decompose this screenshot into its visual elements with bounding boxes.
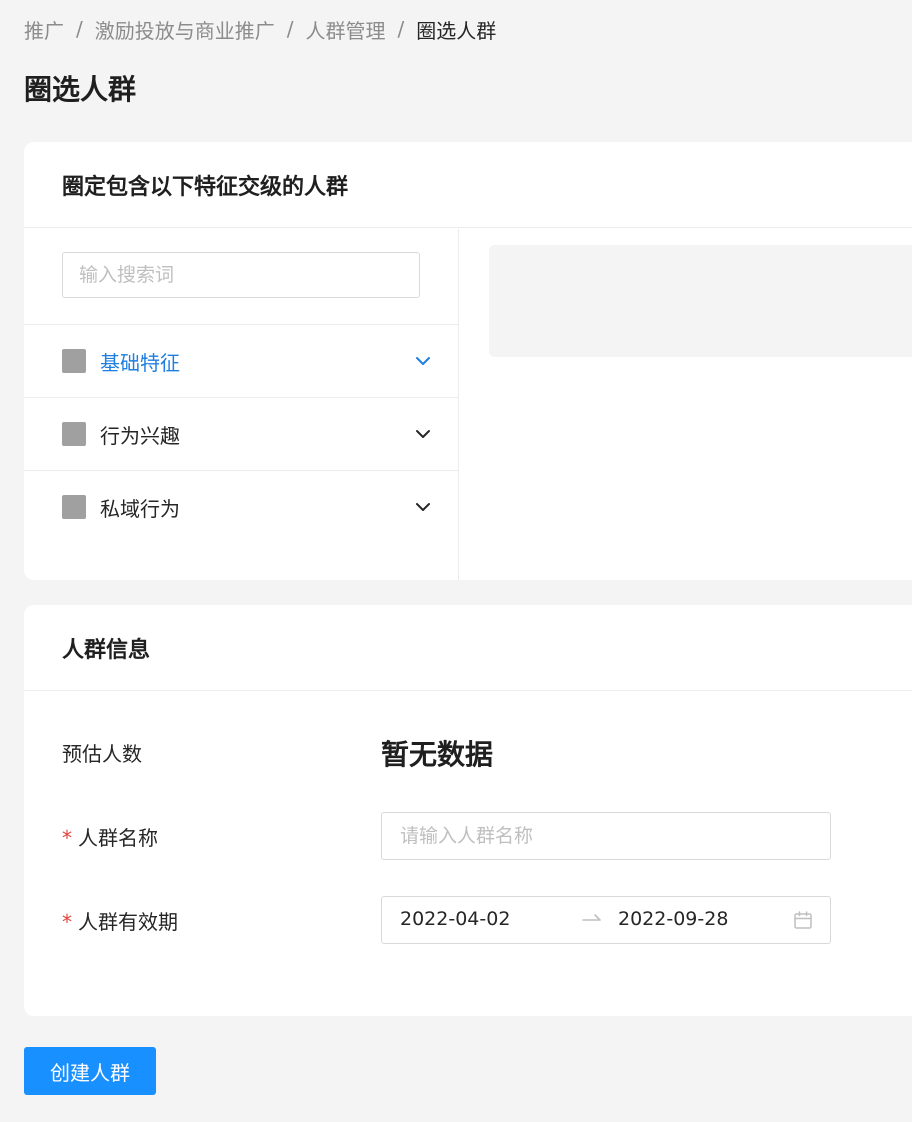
page-title: 圈选人群 bbox=[24, 73, 137, 106]
category-item-private[interactable]: 私域行为 bbox=[24, 470, 458, 543]
category-checkbox[interactable] bbox=[62, 349, 86, 373]
category-checkbox[interactable] bbox=[62, 495, 86, 519]
required-mark: * bbox=[62, 910, 72, 934]
breadcrumb-separator: / bbox=[397, 17, 405, 41]
breadcrumb-item-current: 圈选人群 bbox=[416, 18, 497, 43]
category-item-basic[interactable]: 基础特征 bbox=[24, 324, 458, 397]
breadcrumb-separator: / bbox=[76, 17, 83, 41]
breadcrumb: 推广 / 激励投放与商业推广 / 人群管理 / 圈选人群 bbox=[24, 14, 496, 44]
audience-info-card: 人群信息 预估人数 暂无数据 *人群名称 *人群有效期 2022-04-02 2… bbox=[24, 605, 912, 1016]
chevron-down-icon[interactable] bbox=[412, 350, 434, 372]
feature-category-panel: 基础特征 行为兴趣 私域行为 bbox=[24, 229, 459, 580]
validity-date-range[interactable]: 2022-04-02 2022-09-28 bbox=[381, 896, 831, 944]
category-label: 行为兴趣 bbox=[100, 423, 180, 448]
estimate-value: 暂无数据 bbox=[381, 738, 494, 771]
calendar-icon[interactable] bbox=[793, 910, 813, 930]
arrow-right-icon bbox=[582, 914, 601, 921]
category-item-behavior[interactable]: 行为兴趣 bbox=[24, 397, 458, 470]
estimate-label: 预估人数 bbox=[62, 742, 142, 766]
feature-card-title: 圈定包含以下特征交级的人群 bbox=[24, 142, 912, 228]
date-end[interactable]: 2022-09-28 bbox=[618, 908, 728, 930]
category-label: 基础特征 bbox=[100, 350, 180, 375]
chevron-down-icon[interactable] bbox=[412, 496, 434, 518]
breadcrumb-item-promotion[interactable]: 推广 bbox=[24, 15, 64, 44]
info-card-title: 人群信息 bbox=[24, 605, 912, 691]
selected-features-placeholder bbox=[489, 245, 912, 357]
chevron-down-icon[interactable] bbox=[412, 423, 434, 445]
validity-label-row: * 人群有效期 bbox=[62, 906, 178, 935]
date-start[interactable]: 2022-04-02 bbox=[400, 908, 510, 930]
breadcrumb-item-audience-management[interactable]: 人群管理 bbox=[306, 15, 386, 44]
breadcrumb-item-incentive[interactable]: 激励投放与商业推广 bbox=[95, 15, 275, 44]
feature-selection-card: 圈定包含以下特征交级的人群 基础特征 行为兴趣 私域行为 bbox=[24, 142, 912, 580]
name-label: 人群名称 bbox=[78, 826, 158, 850]
required-mark: * bbox=[62, 826, 72, 850]
feature-search-input[interactable] bbox=[62, 252, 420, 298]
category-checkbox[interactable] bbox=[62, 422, 86, 446]
category-label: 私域行为 bbox=[100, 496, 180, 521]
feature-category-list: 基础特征 行为兴趣 私域行为 bbox=[24, 324, 458, 543]
validity-label: 人群有效期 bbox=[78, 910, 178, 934]
create-audience-button[interactable]: 创建人群 bbox=[24, 1047, 156, 1095]
breadcrumb-separator: / bbox=[286, 17, 294, 41]
audience-name-input[interactable] bbox=[381, 812, 831, 860]
name-label-row: * 人群名称 bbox=[62, 822, 158, 851]
